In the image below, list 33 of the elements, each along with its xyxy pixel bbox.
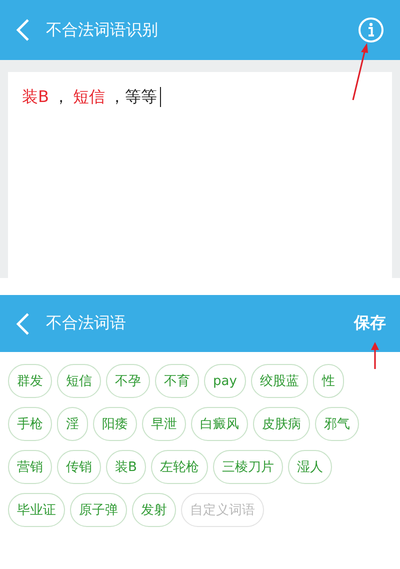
word-tag[interactable]: 白癜风 [191, 407, 248, 441]
word-tag[interactable]: 不育 [155, 364, 199, 398]
word-tag[interactable]: 装B [106, 450, 146, 484]
back-icon[interactable] [16, 18, 30, 42]
word-tag[interactable]: 绞股蓝 [250, 364, 308, 398]
word-tag[interactable]: 邪气 [315, 407, 359, 441]
word-tag[interactable]: 早泄 [142, 407, 186, 441]
annotation-arrow [370, 342, 380, 370]
word-tag[interactable]: 阳痿 [93, 407, 137, 441]
word-tag[interactable]: 毕业证 [8, 493, 65, 527]
word-tag[interactable]: 左轮枪 [150, 450, 208, 484]
word-tag[interactable]: 原子弹 [70, 493, 127, 527]
screen-title: 不合法词语识别 [46, 20, 159, 40]
word-tag[interactable]: 湿人 [288, 450, 332, 484]
word-tag[interactable]: 皮肤病 [253, 407, 310, 441]
word-tag[interactable]: 性 [312, 364, 344, 398]
annotation-arrow [350, 42, 370, 102]
word-tag[interactable]: 营销 [8, 450, 52, 484]
info-icon[interactable] [358, 17, 384, 43]
word-tag[interactable]: 不孕 [106, 364, 150, 398]
word-tag[interactable]: 群发 [8, 364, 52, 398]
custom-word-button[interactable]: 自定义词语 [181, 493, 264, 527]
word-tag[interactable]: 手枪 [8, 407, 52, 441]
word-tag[interactable]: 发射 [132, 493, 176, 527]
word-tag[interactable]: pay [204, 364, 246, 398]
word-tag[interactable]: 三棱刀片 [212, 450, 283, 484]
back-icon[interactable] [16, 312, 30, 336]
word-tag[interactable]: 短信 [57, 364, 101, 398]
word-tag[interactable]: 传销 [57, 450, 101, 484]
screen-title: 不合法词语 [46, 313, 127, 334]
save-button[interactable]: 保存 [354, 313, 386, 334]
word-tag[interactable]: 淫 [57, 407, 88, 441]
text-input-field[interactable]: 装B ， 短信 ，等等 [8, 72, 392, 278]
